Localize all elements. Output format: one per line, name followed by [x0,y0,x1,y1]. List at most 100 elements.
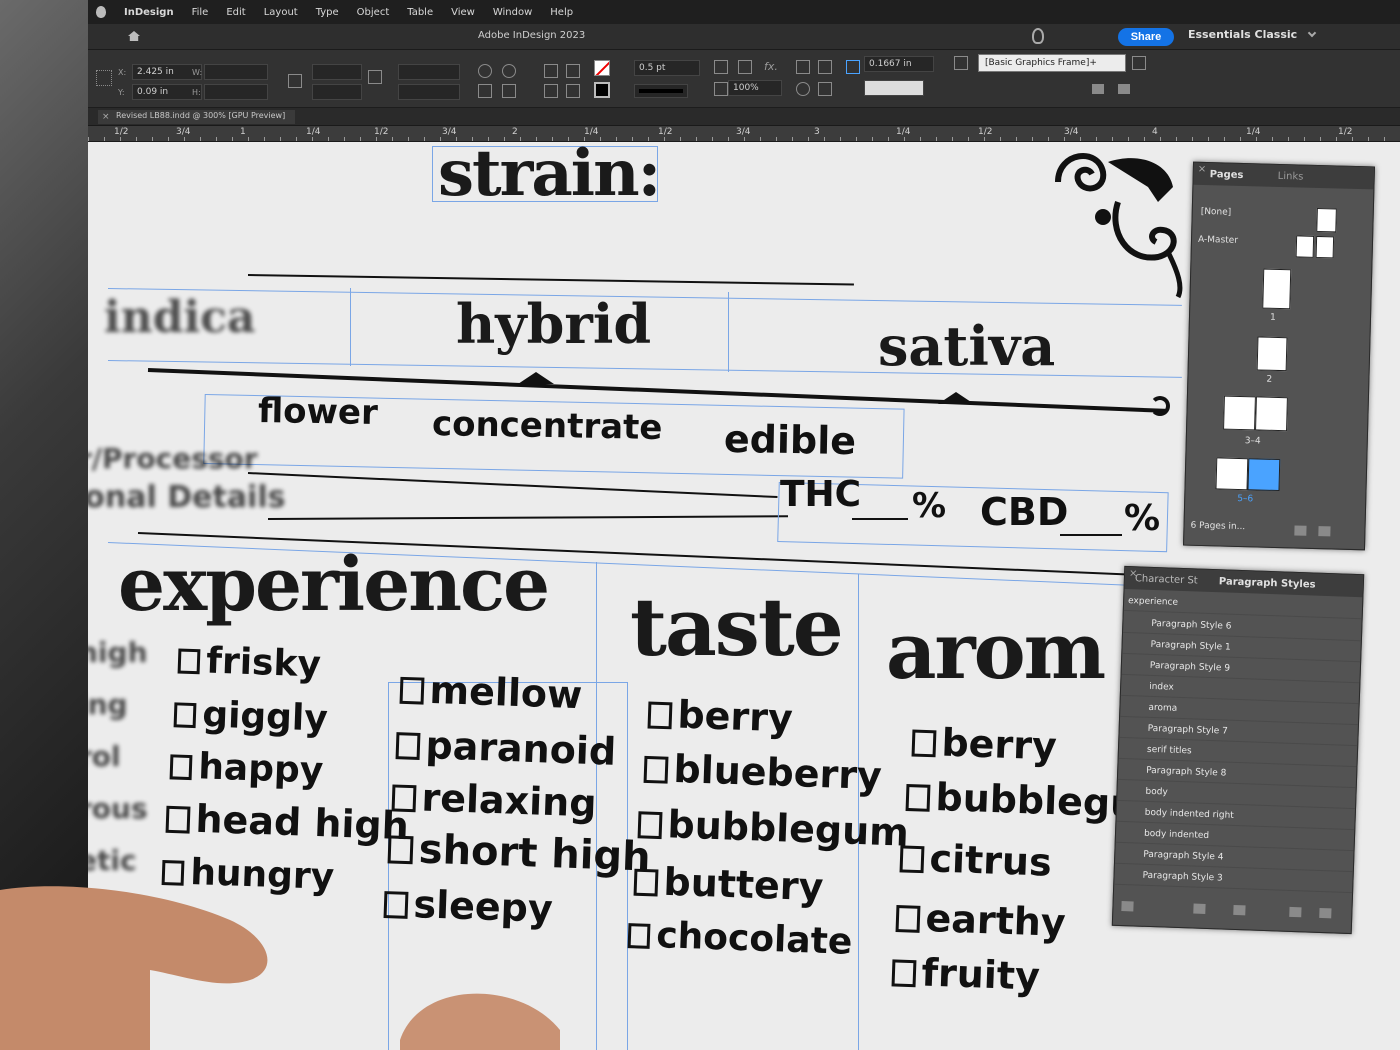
select-previous-icon[interactable] [544,84,558,98]
menu-table[interactable]: Table [407,7,433,18]
rotate-icon[interactable] [478,64,492,78]
checkbox-item[interactable]: hungry [161,851,335,898]
checkbox-item[interactable]: chocolate [627,914,853,963]
page-thumb-3[interactable] [1223,395,1256,431]
clear-overrides-icon[interactable] [1092,84,1104,94]
h-field[interactable] [204,84,268,100]
checkbox-item[interactable]: fruity [891,949,1041,999]
fit-content-icon[interactable] [738,60,752,74]
checkbox-icon[interactable] [643,756,669,784]
frame-fitting-icon[interactable] [714,60,728,74]
page-thumb-5[interactable] [1215,457,1249,491]
menu-object[interactable]: Object [357,7,390,18]
checkbox-icon[interactable] [165,806,191,834]
checkbox-item[interactable]: sleepy [383,881,553,931]
checkbox-icon[interactable] [399,677,424,705]
document-tab[interactable]: × Revised LB88.indd @ 300% [GPU Preview] [98,110,296,124]
apple-icon[interactable] [96,6,106,18]
workspace-switcher[interactable]: Essentials Classic [1188,28,1317,41]
checkbox-icon[interactable] [169,754,193,781]
menu-app[interactable]: InDesign [124,7,174,18]
checkbox-icon[interactable] [895,905,920,933]
checkbox-item[interactable]: earthy [895,895,1066,945]
select-container-icon[interactable] [544,64,558,78]
menu-type[interactable]: Type [316,7,339,18]
link-icon[interactable] [368,70,382,84]
corner-shape-dropdown[interactable] [864,80,924,96]
page-thumb-2[interactable] [1256,336,1288,372]
menu-window[interactable]: Window [493,7,532,18]
checkbox-item[interactable]: giggly [173,693,328,740]
checkbox-item[interactable]: frisky [177,640,322,685]
text-wrap-alt-icon[interactable] [818,60,832,74]
stroke-black-swatch-icon[interactable] [594,82,610,98]
tab-paragraph-styles[interactable]: Paragraph Styles [1219,576,1316,590]
checkbox-icon[interactable] [391,784,416,813]
object-style-field[interactable]: [Basic Graphics Frame]+ [978,54,1126,72]
select-content-icon[interactable] [566,64,580,78]
checkbox-icon[interactable] [637,811,663,840]
new-page-icon[interactable] [1294,525,1307,536]
corner-offset-field[interactable]: 0.1667 in [864,56,934,72]
checkbox-icon[interactable] [161,859,185,886]
scale-x-field[interactable] [312,64,362,80]
checkbox-icon[interactable] [387,835,414,865]
select-next-icon[interactable] [566,84,580,98]
checkbox-icon[interactable] [633,869,658,897]
fill-none-swatch-icon[interactable] [594,60,610,76]
checkbox-item[interactable]: mellow [399,667,583,717]
load-styles-icon[interactable] [1121,901,1134,912]
checkbox-icon[interactable] [899,845,924,874]
object-style-dropdown-icon[interactable] [1132,56,1146,70]
new-group-icon[interactable] [1193,903,1206,914]
checkbox-item[interactable]: berry [911,719,1058,769]
constrain-proportions-icon[interactable] [288,74,302,88]
checkbox-icon[interactable] [891,959,916,988]
page-thumb-4[interactable] [1255,396,1288,432]
shadow-icon[interactable] [796,82,810,96]
close-icon[interactable]: × [102,112,110,122]
object-style-icon[interactable] [954,56,968,70]
checkbox-item[interactable]: buttery [633,859,824,909]
checkbox-item[interactable]: blueberry [643,746,883,798]
checkbox-icon[interactable] [627,922,651,949]
new-style-icon[interactable] [1289,906,1302,918]
checkbox-icon[interactable] [383,891,408,919]
checkbox-item[interactable]: relaxing [391,774,597,826]
checkbox-item[interactable]: bubblegu [905,774,1138,826]
share-button[interactable]: Share [1118,28,1174,46]
checkbox-item[interactable]: berry [647,691,794,741]
checkbox-item[interactable]: head high [165,796,409,848]
menu-help[interactable]: Help [550,7,573,18]
checkbox-icon[interactable] [911,729,936,758]
horizontal-ruler[interactable]: 1/2 3/4 1 1/4 1/2 3/4 2 1/4 1/2 3/4 3 1/… [88,126,1400,142]
scale-y-field[interactable] [312,84,362,100]
home-icon[interactable] [128,31,140,41]
text-wrap-icon[interactable] [796,60,810,74]
checkbox-item[interactable]: citrus [899,835,1052,885]
close-icon[interactable]: × [1198,164,1207,175]
checkbox-icon[interactable] [395,732,421,760]
menu-edit[interactable]: Edit [226,7,245,18]
page-thumb-6[interactable] [1247,458,1281,492]
checkbox-icon[interactable] [905,784,931,812]
master-a-thumb-right[interactable] [1315,235,1335,259]
tab-pages[interactable]: Pages [1210,169,1244,181]
align-icon[interactable] [818,82,832,96]
checkbox-icon[interactable] [647,701,672,730]
trash-icon[interactable] [1318,526,1331,537]
quick-apply-icon[interactable] [1118,84,1130,94]
checkbox-item[interactable]: happy [169,745,324,792]
page-thumb-1[interactable] [1262,268,1292,310]
shear-field[interactable] [398,84,460,100]
menu-layout[interactable]: Layout [264,7,298,18]
master-none[interactable]: [None] [1201,207,1232,218]
menu-view[interactable]: View [451,7,475,18]
checkbox-item[interactable]: bubblegum [637,801,910,855]
master-a[interactable]: A-Master [1198,235,1238,246]
stroke-weight-field[interactable]: 0.5 pt [634,60,700,76]
rotate-ccw-icon[interactable] [502,64,516,78]
corner-options-icon[interactable] [846,60,860,74]
trash-icon[interactable] [1319,907,1332,919]
folder-icon[interactable] [1233,904,1246,916]
